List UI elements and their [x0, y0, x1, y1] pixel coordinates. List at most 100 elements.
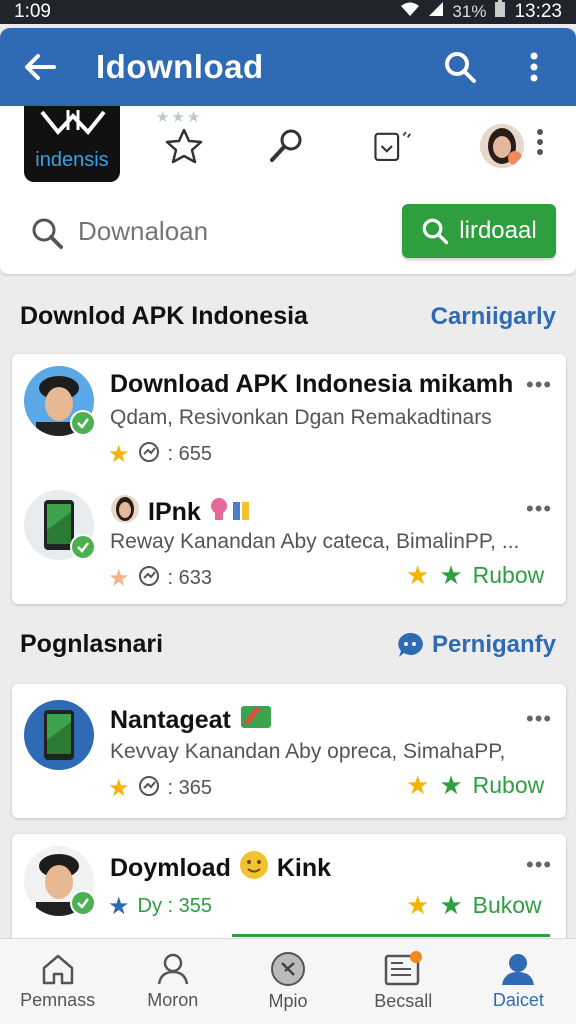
nav-item-account[interactable]: Daicet — [461, 939, 576, 1024]
logo-mark-icon — [40, 110, 106, 136]
nav-item-explore[interactable]: Mpio — [230, 939, 345, 1024]
nav-item-news[interactable]: Becsall — [346, 939, 461, 1024]
download-button[interactable]: lirdoaal — [402, 204, 556, 258]
back-button[interactable] — [20, 47, 60, 87]
app-logo[interactable]: indensis — [24, 106, 120, 182]
newspaper-icon — [384, 951, 423, 986]
logo-text: indensis — [35, 149, 109, 171]
battery-icon — [494, 0, 506, 24]
star-outline-icon — [165, 128, 203, 164]
app-avatar — [24, 700, 94, 770]
star-icon: ★ — [108, 775, 130, 802]
battery-percent: 31% — [452, 2, 487, 21]
download-button-label: lirdoaal — [459, 217, 537, 244]
user-avatar[interactable] — [480, 124, 524, 168]
status-time: 1:09 — [14, 1, 51, 22]
rate-button[interactable]: ★ ★ Bukow — [406, 890, 542, 921]
user-photo-icon — [110, 494, 140, 531]
verified-badge-icon — [70, 410, 96, 436]
list-item[interactable]: Nantageat Kevvay Kanandan Aby opreca, Si… — [12, 688, 566, 808]
star-icon: ★ — [108, 565, 130, 592]
item-more-button[interactable]: ••• — [526, 852, 552, 878]
app-description: Qdam, Resivonkan Dgan Remakadtinars — [110, 406, 492, 429]
app-list-card: Download APK Indonesia mikamh Qdam, Resi… — [12, 354, 566, 604]
section-header-1: Downlod APK Indonesia Carniigarly — [20, 302, 556, 331]
favorite-button[interactable] — [164, 126, 204, 166]
progress-line — [232, 934, 550, 937]
wifi-icon — [400, 1, 420, 23]
nav-label: Mpio — [268, 991, 308, 1011]
app-meta: ★ : 365 — [108, 774, 212, 803]
search-icon — [445, 52, 476, 83]
arrow-left-icon — [25, 54, 56, 80]
home-icon — [42, 954, 73, 985]
app-list-card: Nantageat Kevvay Kanandan Aby opreca, Si… — [12, 684, 566, 818]
status-clock: 13:23 — [514, 1, 562, 22]
gauge-icon — [138, 441, 160, 469]
list-item[interactable]: Download APK Indonesia mikamh Qdam, Resi… — [12, 354, 566, 474]
app-name: IPnk — [110, 494, 253, 531]
app-description: Kevvay Kanandan Aby opreca, SimahaPP, — [110, 740, 506, 763]
nav-label: Becsall — [374, 991, 433, 1011]
list-item[interactable]: IPnk Reway Kanandan Aby cateca, BimalinP… — [12, 478, 566, 598]
star-icon: ★ — [406, 770, 430, 800]
star-icon: ★ — [406, 560, 430, 590]
rating-stars-icon: ★★★ — [156, 109, 203, 126]
section-title: Downlod APK Indonesia — [20, 302, 308, 330]
star-icon: ★ — [108, 893, 130, 920]
verified-badge-icon — [70, 534, 96, 560]
chat-bubble-icon — [398, 632, 423, 657]
nav-item-home[interactable]: Pemnass — [0, 939, 115, 1024]
app-stat: : 633 — [167, 567, 212, 589]
search-icon — [422, 218, 449, 245]
magnifier-icon — [270, 129, 302, 162]
search-tool-button[interactable] — [266, 126, 306, 166]
section-link[interactable]: Carniigarly — [431, 303, 556, 331]
download-box-icon — [374, 131, 411, 161]
more-options-button[interactable] — [512, 45, 556, 89]
nav-label: Moron — [147, 990, 199, 1010]
star-green-icon: ★ — [439, 560, 463, 590]
item-more-button[interactable]: ••• — [526, 706, 552, 732]
app-description: Reway Kanandan Aby cateca, BimalinPP, ..… — [110, 530, 520, 553]
section-header-2: Pognlasnari Perniganfy — [20, 630, 556, 659]
app-stat: Dy : 355 — [137, 895, 212, 917]
rate-button[interactable]: ★ ★ Rubow — [406, 770, 544, 801]
status-bar: 1:09 31% 13:23 — [0, 0, 576, 24]
signal-icon — [428, 1, 444, 23]
app-bar: Idownload — [0, 28, 576, 106]
gauge-icon — [138, 565, 160, 593]
more-vertical-icon — [537, 129, 543, 155]
person-icon — [157, 953, 189, 985]
app-stat: : 365 — [167, 777, 212, 799]
header-card: indensis ★★★ lirdoaal — [0, 106, 576, 274]
item-more-button[interactable]: ••• — [526, 496, 552, 522]
star-green-icon: ★ — [439, 890, 463, 920]
app-meta: ★ : 633 — [108, 564, 212, 593]
app-meta: ★ Dy : 355 — [108, 892, 212, 921]
app-name: Doymload Kink — [110, 850, 331, 887]
star-icon: ★ — [108, 441, 130, 468]
verified-badge-icon — [70, 890, 96, 916]
search-button[interactable] — [438, 45, 482, 89]
download-box-button[interactable] — [372, 126, 412, 166]
gauge-icon — [138, 775, 160, 803]
game-tag-icon — [239, 704, 273, 737]
header-more-button[interactable] — [536, 128, 544, 161]
nav-label: Daicet — [492, 990, 544, 1010]
app-title: Idownload — [96, 48, 264, 85]
rate-button[interactable]: ★ ★ Rubow — [406, 560, 544, 591]
mascot-icon — [209, 496, 253, 529]
search-input[interactable] — [78, 210, 378, 252]
app-stat: : 655 — [167, 443, 212, 465]
app-name: Nantageat — [110, 704, 273, 737]
person-filled-icon — [502, 954, 535, 985]
item-more-button[interactable]: ••• — [526, 372, 552, 398]
nav-item-profile[interactable]: Moron — [115, 939, 230, 1024]
nav-label: Pemnass — [20, 990, 96, 1010]
app-meta: ★ : 655 — [108, 440, 212, 469]
section-link[interactable]: Perniganfy — [396, 631, 556, 659]
smiley-icon — [239, 850, 269, 887]
section-title: Pognlasnari — [20, 630, 164, 658]
search-icon — [30, 216, 64, 255]
